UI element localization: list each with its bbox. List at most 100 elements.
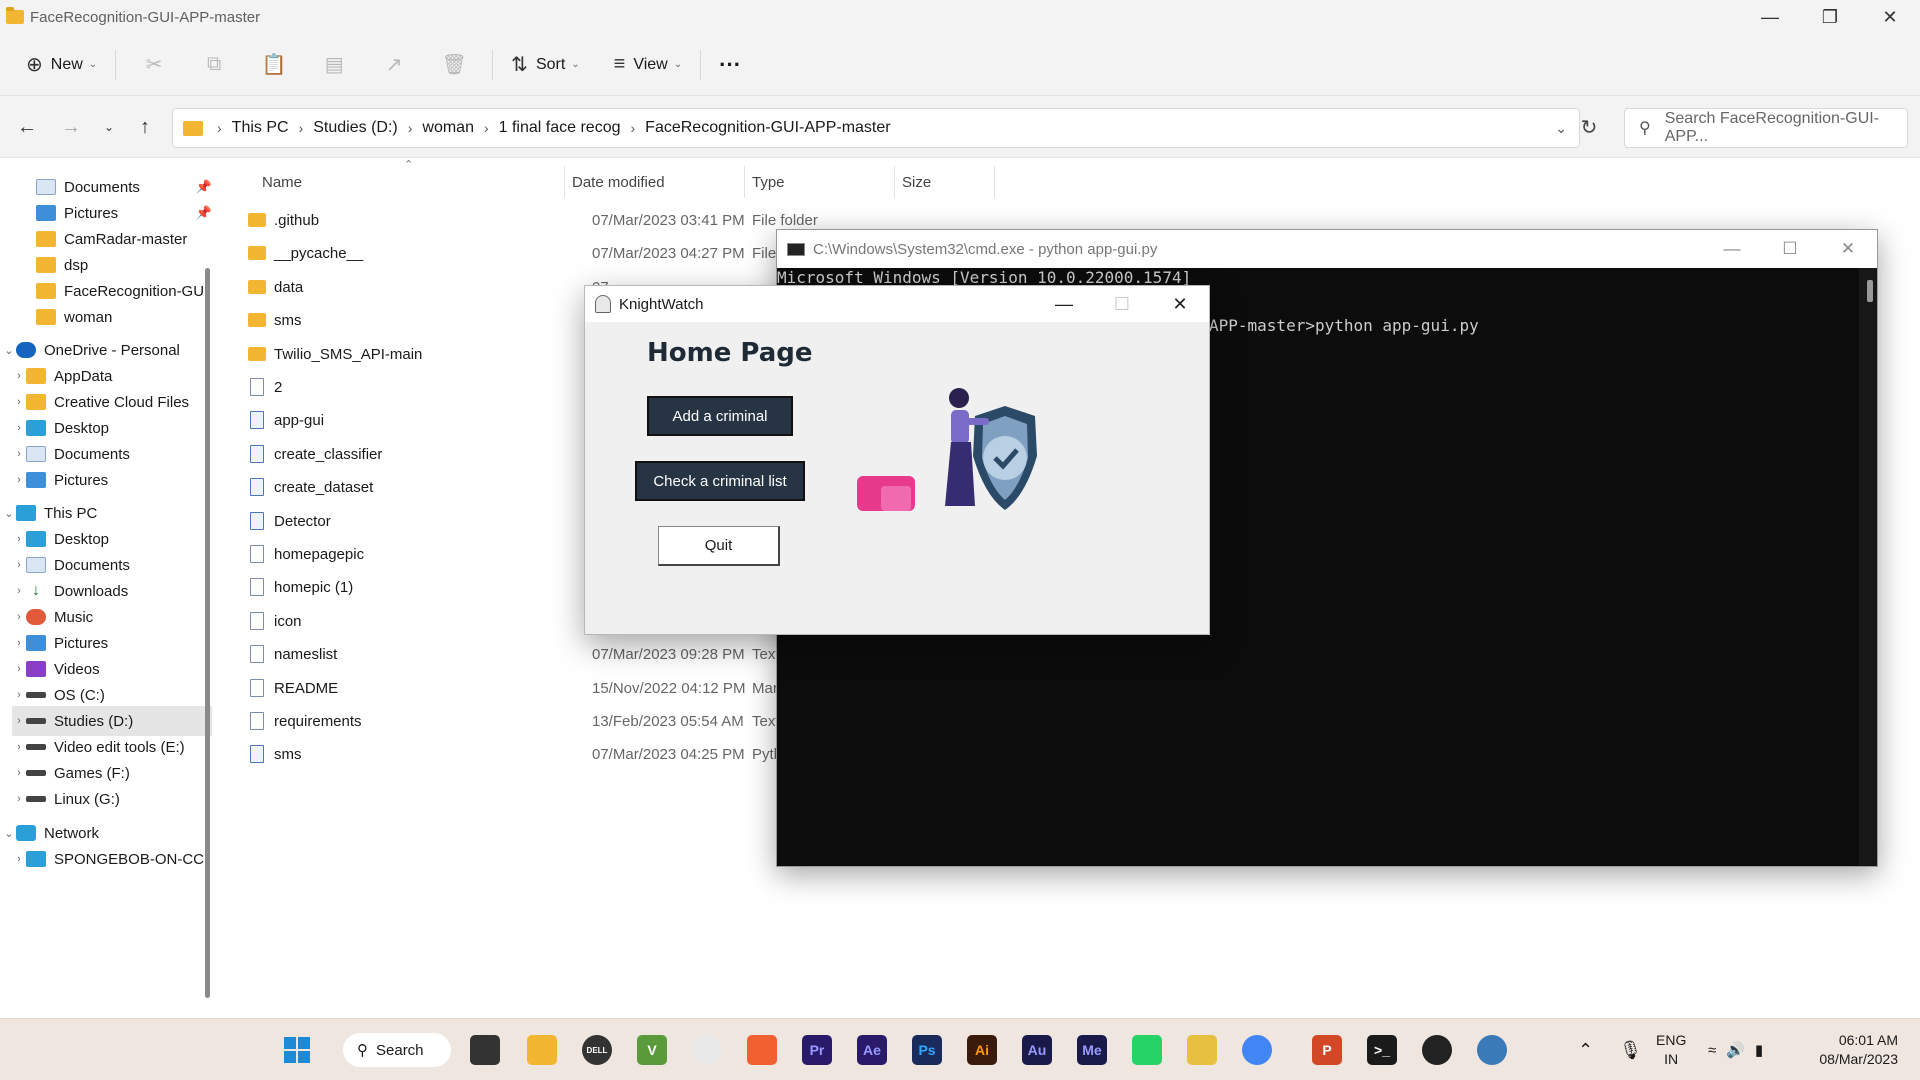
minimize-button[interactable]: — bbox=[1703, 230, 1761, 268]
chevron-right-icon[interactable]: › bbox=[12, 853, 26, 865]
sidebar-item-label: Linux (G:) bbox=[54, 790, 120, 808]
quit-button[interactable]: Quit bbox=[658, 526, 780, 566]
chevron-right-icon[interactable]: › bbox=[12, 637, 26, 649]
recent-chevron-icon[interactable]: ⌄ bbox=[92, 110, 126, 144]
chevron-down-icon[interactable]: ⌄ bbox=[2, 344, 16, 357]
obs-icon[interactable] bbox=[1422, 1035, 1452, 1065]
sort-ascending-icon: ⌃ bbox=[404, 159, 414, 171]
breadcrumb-this-pc[interactable]: This PC bbox=[232, 119, 289, 137]
cut-icon[interactable]: ✂ bbox=[124, 45, 184, 85]
maximize-button[interactable]: ☐ bbox=[1761, 230, 1819, 268]
search-box[interactable]: ⚲ Search FaceRecognition-GUI-APP... bbox=[1624, 108, 1908, 148]
vs-icon[interactable]: V bbox=[637, 1035, 667, 1065]
view-button[interactable]: ≡ View ⌄ bbox=[604, 45, 692, 85]
taskbar-search[interactable]: ⚲ Search bbox=[343, 1033, 451, 1067]
chevron-right-icon[interactable]: › bbox=[12, 370, 26, 382]
new-button[interactable]: ⊕ New ⌄ bbox=[16, 45, 107, 85]
up-arrow-icon[interactable]: ↑ bbox=[128, 110, 162, 144]
chevron-right-icon[interactable]: › bbox=[12, 448, 26, 460]
chevron-right-icon[interactable]: › bbox=[12, 422, 26, 434]
python-app-icon[interactable] bbox=[1477, 1035, 1507, 1065]
breadcrumb-final-face-recog[interactable]: 1 final face recog bbox=[499, 119, 621, 137]
after-effects-icon[interactable]: Ae bbox=[857, 1035, 887, 1065]
sort-button[interactable]: ⇅ Sort ⌄ bbox=[501, 45, 590, 85]
chevron-right-icon[interactable]: › bbox=[12, 767, 26, 779]
sidebar-item[interactable]: woman bbox=[22, 302, 214, 332]
start-button[interactable] bbox=[282, 1035, 312, 1065]
whatsapp-icon[interactable] bbox=[1132, 1035, 1162, 1065]
media-encoder-icon[interactable]: Me bbox=[1077, 1035, 1107, 1065]
chevron-right-icon[interactable]: › bbox=[12, 793, 26, 805]
microphone-icon[interactable]: 🎙 bbox=[1619, 1040, 1642, 1061]
share-icon[interactable]: ↗ bbox=[364, 45, 424, 85]
column-header-size[interactable]: Size bbox=[902, 164, 931, 200]
add-criminal-button[interactable]: Add a criminal bbox=[647, 396, 793, 436]
terminal-icon[interactable]: >_ bbox=[1367, 1035, 1397, 1065]
close-button[interactable]: ✕ bbox=[1151, 286, 1209, 322]
chevron-right-icon[interactable]: › bbox=[12, 611, 26, 623]
chevron-right-icon[interactable]: › bbox=[12, 474, 26, 486]
status-icons[interactable]: ≈ 🔊 ▮ bbox=[1708, 1019, 1763, 1080]
column-header-name[interactable]: Name bbox=[262, 164, 302, 200]
premiere-icon[interactable]: Pr bbox=[802, 1035, 832, 1065]
scrollbar-thumb[interactable] bbox=[1867, 280, 1873, 302]
forward-arrow-icon[interactable]: → bbox=[54, 110, 88, 144]
breadcrumb-woman[interactable]: woman bbox=[422, 119, 474, 137]
python-file-icon bbox=[250, 745, 264, 764]
scrollbar-thumb[interactable] bbox=[205, 268, 210, 998]
column-header-type[interactable]: Type bbox=[752, 164, 785, 200]
close-button[interactable]: ✕ bbox=[1819, 230, 1877, 268]
column-divider bbox=[894, 166, 895, 198]
powerpoint-icon[interactable]: P bbox=[1312, 1035, 1342, 1065]
clock[interactable]: 06:01 AM 08/Mar/2023 bbox=[1819, 1031, 1898, 1069]
chrome-profile-icon[interactable] bbox=[1242, 1035, 1272, 1065]
photoshop-icon[interactable]: Ps bbox=[912, 1035, 942, 1065]
task-view-icon[interactable] bbox=[470, 1035, 500, 1065]
minimize-button[interactable]: — bbox=[1740, 0, 1800, 34]
close-button[interactable]: ✕ bbox=[1860, 0, 1920, 34]
chevron-right-icon[interactable]: › bbox=[12, 741, 26, 753]
chevron-right-icon[interactable]: › bbox=[12, 585, 26, 597]
delete-icon[interactable]: 🗑 bbox=[424, 45, 484, 85]
address-bar[interactable]: › This PC › Studies (D:) › woman › 1 fin… bbox=[172, 108, 1580, 148]
illustrator-icon[interactable]: Ai bbox=[967, 1035, 997, 1065]
folder-icon bbox=[248, 346, 266, 361]
chevron-right-icon[interactable]: › bbox=[12, 533, 26, 545]
taskbar: ⚲ Search DELL V Pr Ae Ps Ai Au Me P >_ ⌃ 🎙 ENG IN… bbox=[0, 1018, 1920, 1080]
paste-icon[interactable]: 📋 bbox=[244, 45, 304, 85]
chevron-up-icon[interactable]: ⌃ bbox=[1578, 1040, 1593, 1061]
audition-icon[interactable]: Au bbox=[1022, 1035, 1052, 1065]
breadcrumb-studies[interactable]: Studies (D:) bbox=[313, 119, 397, 137]
file-type: File bbox=[752, 245, 777, 263]
minimize-button[interactable]: — bbox=[1035, 286, 1093, 322]
rename-icon[interactable]: ▤ bbox=[304, 45, 364, 85]
chevron-right-icon[interactable]: › bbox=[12, 559, 26, 571]
scrollbar[interactable] bbox=[1859, 268, 1877, 866]
refresh-icon[interactable]: ↻ bbox=[1570, 110, 1608, 144]
brave-icon[interactable] bbox=[747, 1035, 777, 1065]
back-arrow-icon[interactable]: ← bbox=[10, 110, 44, 144]
file-name: requirements bbox=[274, 713, 362, 730]
chevron-down-icon: ⌄ bbox=[88, 59, 98, 70]
sidebar-item[interactable]: › Linux (G:) bbox=[12, 784, 212, 814]
copy-icon[interactable]: ⧉ bbox=[184, 45, 244, 85]
chevron-down-icon[interactable]: ⌄ bbox=[2, 827, 16, 840]
chevron-down-icon[interactable]: ⌄ bbox=[2, 507, 16, 520]
breadcrumb-current-folder[interactable]: FaceRecognition-GUI-APP-master bbox=[645, 119, 890, 137]
app-grid-icon[interactable] bbox=[1187, 1035, 1217, 1065]
chevron-right-icon[interactable]: › bbox=[12, 663, 26, 675]
chevron-right-icon[interactable]: › bbox=[12, 689, 26, 701]
sidebar-item[interactable]: › Pictures bbox=[12, 465, 212, 495]
dell-icon[interactable]: DELL bbox=[582, 1035, 612, 1065]
chevron-right-icon[interactable]: › bbox=[12, 715, 26, 727]
more-options-button[interactable]: ··· bbox=[709, 45, 751, 85]
sidebar-item[interactable]: › SPONGEBOB-ON-CC bbox=[12, 844, 212, 874]
restore-button[interactable]: ❐ bbox=[1800, 0, 1860, 34]
chrome-icon[interactable] bbox=[692, 1035, 722, 1065]
column-header-date[interactable]: Date modified bbox=[572, 164, 665, 200]
language-indicator[interactable]: ENG IN bbox=[1656, 1031, 1686, 1069]
address-dropdown-icon[interactable]: ⌄ bbox=[1555, 120, 1567, 137]
check-criminal-list-button[interactable]: Check a criminal list bbox=[635, 461, 805, 501]
file-explorer-icon[interactable] bbox=[527, 1035, 557, 1065]
chevron-right-icon[interactable]: › bbox=[12, 396, 26, 408]
